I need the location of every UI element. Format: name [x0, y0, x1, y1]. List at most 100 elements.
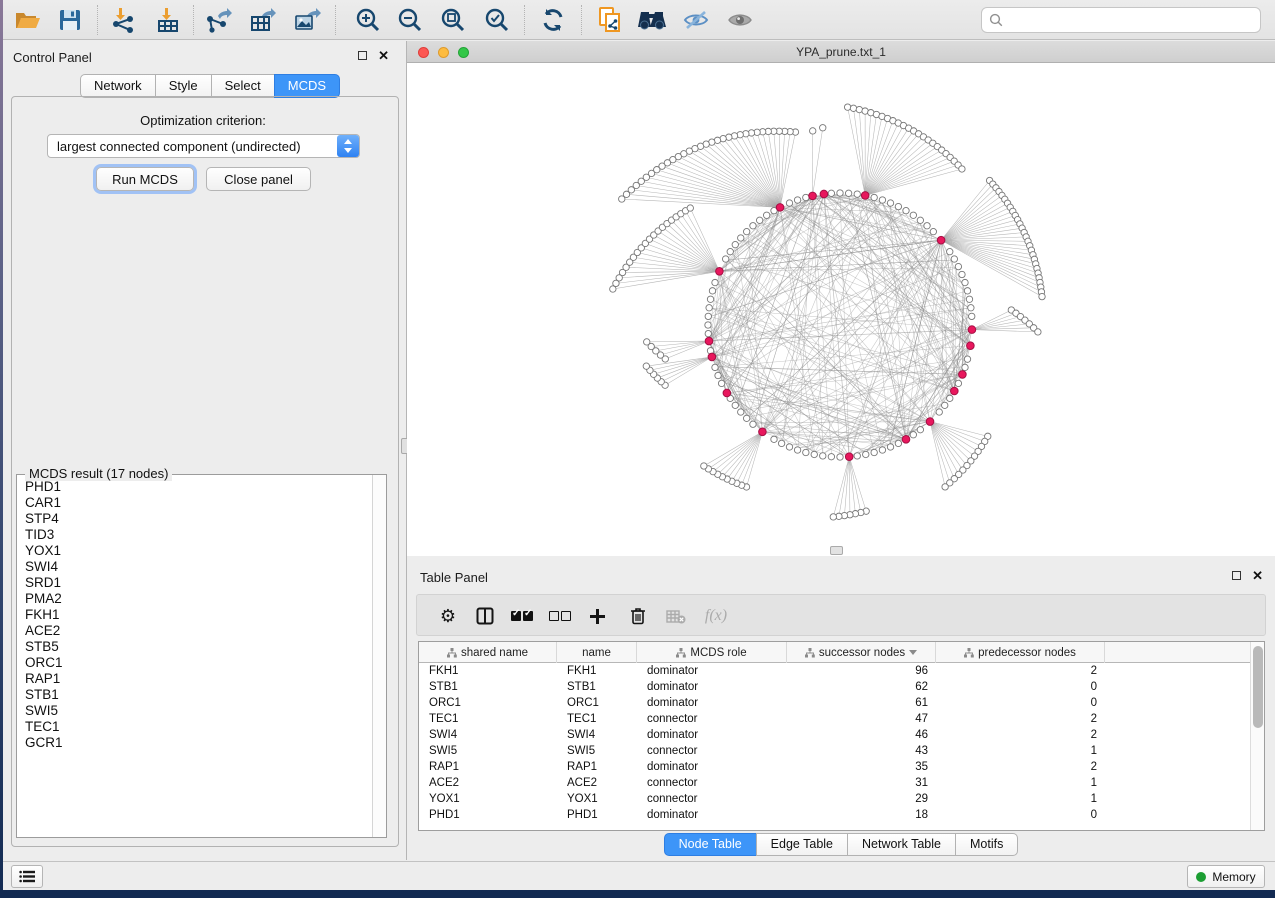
table-cell[interactable]: 18	[787, 807, 936, 823]
network-node[interactable]	[712, 279, 718, 285]
network-node[interactable]	[715, 372, 721, 378]
table-cell[interactable]: PHD1	[557, 807, 637, 823]
network-node[interactable]	[879, 447, 885, 453]
network-node[interactable]	[863, 451, 869, 457]
network-node[interactable]	[732, 402, 738, 408]
network-node[interactable]	[820, 453, 826, 459]
network-node[interactable]	[786, 444, 792, 450]
table-cell[interactable]: SWI4	[557, 727, 637, 743]
tab-edge-table[interactable]: Edge Table	[756, 833, 848, 856]
network-node[interactable]	[750, 421, 756, 427]
network-node[interactable]	[895, 203, 901, 209]
column-header-shared-name[interactable]: shared name	[419, 642, 557, 663]
mcds-network-node[interactable]	[776, 204, 784, 212]
column-header-MCDS-role[interactable]: MCDS role	[637, 642, 787, 663]
mcds-network-node[interactable]	[967, 342, 975, 350]
network-node[interactable]	[1039, 293, 1045, 299]
network-node[interactable]	[955, 263, 961, 269]
network-node[interactable]	[794, 447, 800, 453]
table-cell[interactable]: ACE2	[557, 775, 637, 791]
table-cell[interactable]: 1	[936, 743, 1105, 759]
table-cell[interactable]: 0	[936, 695, 1105, 711]
mcds-network-node[interactable]	[926, 418, 934, 426]
float-table-panel-icon[interactable]	[1232, 571, 1241, 580]
network-node[interactable]	[1035, 329, 1041, 335]
table-cell[interactable]: 61	[787, 695, 936, 711]
table-cell[interactable]: ORC1	[419, 695, 557, 711]
mcds-result-item[interactable]: SRD1	[25, 575, 371, 591]
table-cell[interactable]: SWI5	[557, 743, 637, 759]
mcds-network-node[interactable]	[759, 428, 767, 436]
search-input[interactable]	[1008, 13, 1260, 27]
export-image-button[interactable]	[290, 4, 324, 36]
network-node[interactable]	[828, 454, 834, 460]
new-network-from-selection-button[interactable]	[593, 4, 627, 36]
mcds-result-item[interactable]: SWI4	[25, 559, 371, 575]
mcds-result-item[interactable]: PMA2	[25, 591, 371, 607]
network-node[interactable]	[619, 196, 625, 202]
table-cell[interactable]: 2	[936, 663, 1105, 679]
table-cell[interactable]: 1	[936, 791, 1105, 807]
table-cell[interactable]: 0	[936, 807, 1105, 823]
deselect-all-button[interactable]	[545, 600, 575, 632]
network-node[interactable]	[845, 190, 851, 196]
show-columns-button[interactable]	[471, 600, 499, 632]
mcds-result-item[interactable]: CAR1	[25, 495, 371, 511]
close-table-panel-icon[interactable]: ✕	[1252, 571, 1263, 580]
close-panel-icon[interactable]: ✕	[378, 51, 389, 60]
network-node[interactable]	[917, 427, 923, 433]
mcds-network-node[interactable]	[708, 353, 716, 361]
float-panel-icon[interactable]	[358, 51, 367, 60]
network-canvas[interactable]	[407, 63, 1275, 556]
fit-selected-button[interactable]	[480, 4, 514, 36]
table-cell[interactable]: YOX1	[419, 791, 557, 807]
table-cell[interactable]: connector	[637, 711, 787, 727]
table-row[interactable]: PHD1PHD1dominator180	[419, 807, 1251, 823]
table-cell[interactable]: FKH1	[419, 663, 557, 679]
table-cell[interactable]: STB1	[557, 679, 637, 695]
network-node[interactable]	[871, 449, 877, 455]
table-scrollbar[interactable]	[1250, 642, 1264, 830]
network-node[interactable]	[942, 402, 948, 408]
table-cell[interactable]: RAP1	[419, 759, 557, 775]
table-cell[interactable]: dominator	[637, 663, 787, 679]
network-node[interactable]	[763, 212, 769, 218]
refresh-view-button[interactable]	[536, 4, 570, 36]
table-cell[interactable]: 47	[787, 711, 936, 727]
network-node[interactable]	[964, 288, 970, 294]
network-window-titlebar[interactable]: YPA_prune.txt_1	[407, 41, 1275, 63]
network-node[interactable]	[854, 453, 860, 459]
network-node[interactable]	[722, 256, 728, 262]
network-node[interactable]	[924, 223, 930, 229]
table-cell[interactable]: 62	[787, 679, 936, 695]
table-cell[interactable]: dominator	[637, 727, 787, 743]
save-session-button[interactable]	[53, 4, 87, 36]
close-panel-button[interactable]: Close panel	[206, 167, 311, 191]
network-node[interactable]	[871, 194, 877, 200]
network-node[interactable]	[705, 330, 711, 336]
optimization-criterion-select[interactable]: largest connected component (undirected)	[47, 134, 360, 158]
table-cell[interactable]: YOX1	[557, 791, 637, 807]
mcds-network-node[interactable]	[861, 192, 869, 200]
table-cell[interactable]: 2	[936, 759, 1105, 775]
table-cell[interactable]: SWI4	[419, 727, 557, 743]
network-node[interactable]	[828, 190, 834, 196]
table-row[interactable]: FKH1FKH1dominator962	[419, 663, 1251, 679]
network-node[interactable]	[771, 436, 777, 442]
network-node[interactable]	[705, 322, 711, 328]
network-node[interactable]	[968, 305, 974, 311]
network-node[interactable]	[962, 364, 968, 370]
table-cell[interactable]: PHD1	[419, 807, 557, 823]
table-cell[interactable]: 35	[787, 759, 936, 775]
network-node[interactable]	[786, 200, 792, 206]
table-cell[interactable]: ORC1	[557, 695, 637, 711]
network-node[interactable]	[738, 409, 744, 415]
network-node[interactable]	[903, 207, 909, 213]
network-node[interactable]	[803, 449, 809, 455]
table-row[interactable]: STB1STB1dominator620	[419, 679, 1251, 695]
table-row[interactable]: RAP1RAP1dominator352	[419, 759, 1251, 775]
network-node[interactable]	[910, 432, 916, 438]
select-all-button[interactable]	[507, 600, 537, 632]
table-cell[interactable]: 46	[787, 727, 936, 743]
network-node[interactable]	[644, 339, 650, 345]
